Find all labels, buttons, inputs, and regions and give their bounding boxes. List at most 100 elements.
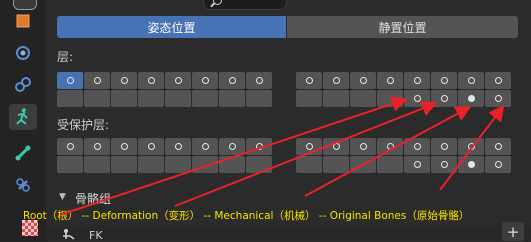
layer-toggle[interactable] — [138, 156, 164, 173]
layers-label: 层: — [57, 50, 74, 64]
bone-groups-label[interactable]: 骨骼组 — [75, 190, 111, 207]
layer-dot-icon — [255, 77, 263, 84]
layer-dot-icon — [413, 161, 421, 168]
layer-toggle[interactable] — [431, 138, 457, 155]
search-icon — [213, 0, 222, 5]
armature-pose-tab-icon[interactable] — [9, 104, 37, 130]
layer-toggle[interactable] — [404, 138, 430, 155]
layer-dot-icon — [120, 143, 128, 150]
layer-toggle[interactable] — [138, 138, 164, 155]
layer-toggle[interactable] — [84, 156, 110, 173]
layer-toggle[interactable] — [111, 138, 137, 155]
layer-toggle[interactable] — [431, 72, 457, 89]
layer-toggle[interactable] — [246, 138, 272, 155]
bone-constraint-tab-icon[interactable] — [9, 172, 37, 198]
layer-dot-icon — [386, 143, 394, 150]
layer-toggle[interactable] — [57, 90, 83, 107]
layer-dot-icon — [228, 77, 236, 84]
layer-toggle[interactable] — [485, 72, 511, 89]
layer-toggle[interactable] — [296, 138, 322, 155]
layer-dot-icon — [147, 77, 155, 84]
layer-toggle[interactable] — [431, 156, 457, 173]
layer-toggle[interactable] — [377, 72, 403, 89]
layer-toggle[interactable] — [296, 72, 322, 89]
layer-toggle[interactable] — [323, 90, 349, 107]
collapse-caret-icon[interactable]: ▼ — [59, 192, 66, 202]
layer-toggle[interactable] — [165, 90, 191, 107]
layer-toggle[interactable] — [377, 156, 403, 173]
layer-toggle[interactable] — [323, 138, 349, 155]
layer-dot-icon — [359, 143, 367, 150]
layer-toggle[interactable] — [138, 72, 164, 89]
layer-toggle[interactable] — [485, 90, 511, 107]
layer-toggle[interactable] — [350, 138, 376, 155]
layer-toggle[interactable] — [57, 156, 83, 173]
layer-toggle[interactable] — [84, 72, 110, 89]
layer-toggle[interactable] — [219, 90, 245, 107]
layer-toggle[interactable] — [296, 90, 322, 107]
add-bone-group-button[interactable]: + — [502, 222, 524, 241]
layer-toggle[interactable] — [485, 156, 511, 173]
layer-toggle[interactable] — [192, 156, 218, 173]
protected-layers-grid-right — [296, 138, 511, 173]
layer-toggle[interactable] — [192, 90, 218, 107]
search-input[interactable] — [203, 0, 287, 10]
tab-rest-position[interactable]: 静置位置 — [287, 16, 518, 38]
object-data-tab-icon[interactable] — [9, 8, 37, 34]
layer-toggle[interactable] — [458, 156, 484, 173]
layer-toggle[interactable] — [431, 90, 457, 107]
layer-toggle[interactable] — [458, 138, 484, 155]
layer-toggle[interactable] — [111, 156, 137, 173]
layer-toggle[interactable] — [111, 90, 137, 107]
layer-toggle[interactable] — [404, 72, 430, 89]
layer-toggle[interactable] — [57, 138, 83, 155]
layer-toggle[interactable] — [323, 72, 349, 89]
layer-toggle[interactable] — [165, 138, 191, 155]
layer-dot-icon — [359, 77, 367, 84]
layer-toggle[interactable] — [192, 138, 218, 155]
layer-toggle[interactable] — [246, 90, 272, 107]
layer-dot-icon — [494, 95, 502, 102]
layer-dot-icon — [494, 77, 502, 84]
layer-toggle[interactable] — [404, 156, 430, 173]
layer-toggle[interactable] — [350, 72, 376, 89]
layer-toggle[interactable] — [165, 72, 191, 89]
layer-toggle[interactable] — [84, 138, 110, 155]
layer-dot-icon — [494, 161, 502, 168]
layer-toggle[interactable] — [111, 72, 137, 89]
bone-group-list-item[interactable]: FK + — [46, 222, 531, 242]
layer-dot-icon — [440, 161, 448, 168]
constraints-tab-icon[interactable] — [9, 72, 37, 98]
layer-toggle[interactable] — [458, 72, 484, 89]
layer-toggle[interactable] — [350, 156, 376, 173]
layer-toggle[interactable] — [458, 90, 484, 107]
layer-dot-icon — [228, 143, 236, 150]
layer-dot-icon — [66, 77, 74, 84]
layer-toggle[interactable] — [246, 72, 272, 89]
layer-toggle[interactable] — [350, 90, 376, 107]
layer-toggle[interactable] — [219, 72, 245, 89]
layer-toggle[interactable] — [323, 156, 349, 173]
layer-toggle[interactable] — [165, 156, 191, 173]
layer-toggle[interactable] — [57, 72, 83, 89]
layers-grid-right — [296, 72, 511, 107]
layer-dot-icon — [440, 77, 448, 84]
layer-toggle[interactable] — [377, 90, 403, 107]
layer-toggle[interactable] — [404, 90, 430, 107]
tab-pose-position[interactable]: 姿态位置 — [57, 16, 286, 38]
layer-toggle[interactable] — [377, 138, 403, 155]
physics-tab-icon[interactable] — [9, 40, 37, 66]
properties-sidebar — [0, 0, 46, 241]
layer-toggle[interactable] — [192, 72, 218, 89]
layer-toggle[interactable] — [485, 138, 511, 155]
layer-toggle[interactable] — [219, 156, 245, 173]
layer-toggle[interactable] — [296, 156, 322, 173]
layer-dot-icon — [305, 143, 313, 150]
layer-dot-icon — [174, 77, 182, 84]
layer-toggle[interactable] — [138, 90, 164, 107]
layer-toggle[interactable] — [219, 138, 245, 155]
layer-dot-icon — [93, 77, 101, 84]
layer-toggle[interactable] — [246, 156, 272, 173]
layer-toggle[interactable] — [84, 90, 110, 107]
bone-tab-icon[interactable] — [9, 140, 37, 166]
